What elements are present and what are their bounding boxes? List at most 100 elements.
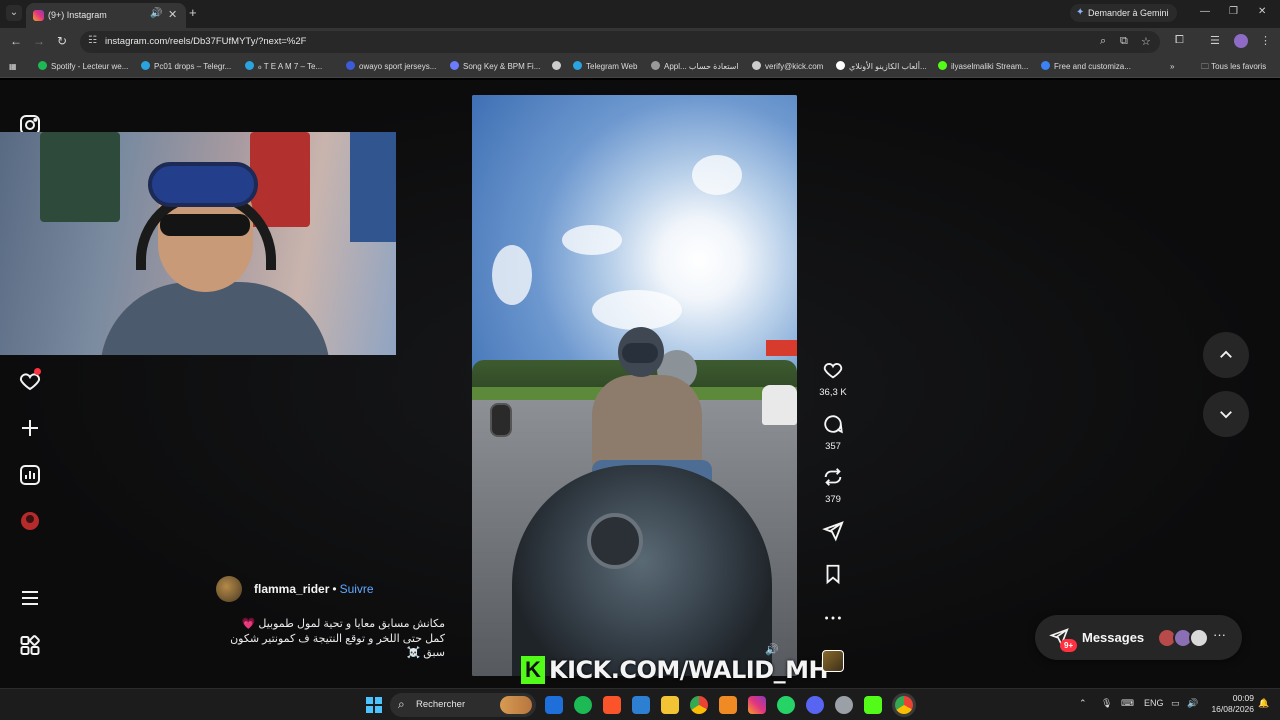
microphone-icon[interactable]: 🎙 <box>1101 698 1112 709</box>
reel-caption[interactable]: مكانش مسابق معايا و تحية لمول طموبيل 💗 ك… <box>216 617 445 661</box>
also-from-meta-icon[interactable] <box>18 634 42 658</box>
minimize-icon[interactable]: — <box>1200 6 1210 17</box>
kick-app-icon[interactable] <box>864 696 882 714</box>
bookmark-item[interactable]: ilyaselmaliki Stream... <box>938 61 1028 73</box>
globe-icon <box>1041 61 1050 70</box>
more-menu-icon[interactable]: ⋮ <box>1260 34 1271 47</box>
more-bookmarks-icon[interactable]: » <box>1170 61 1174 73</box>
profile-avatar[interactable] <box>1234 34 1248 48</box>
bookmark-item[interactable] <box>552 61 565 73</box>
more-menu-lines-icon[interactable] <box>18 586 42 610</box>
notification-bell-icon[interactable]: 🔔 <box>1258 698 1269 709</box>
bookmark-label: Free and customiza... <box>1054 62 1131 71</box>
bookmark-item[interactable]: Pc01 drops – Telegr... <box>141 61 231 73</box>
file-app-icon[interactable] <box>632 696 650 714</box>
explorer-folder-icon[interactable] <box>661 696 679 714</box>
spotify-app-icon[interactable] <box>574 696 592 714</box>
cast-icon[interactable]: ⧉ <box>1120 35 1128 48</box>
chrome-alt-app-icon[interactable] <box>835 696 853 714</box>
kick-icon <box>938 61 947 70</box>
bookmark-item[interactable]: ℴ T E A M 7 – Te... <box>245 61 322 73</box>
start-windows-icon[interactable] <box>366 697 382 713</box>
author-username[interactable]: flamma_rider <box>254 582 329 596</box>
comment-button[interactable]: 357 <box>818 413 848 452</box>
bookmark-item[interactable]: Telegram Web <box>573 61 637 73</box>
more-options-button[interactable] <box>818 607 848 634</box>
dashboard-chart-icon[interactable] <box>18 463 42 487</box>
bookmark-star-icon[interactable]: ☆ <box>1141 35 1151 48</box>
bookmark-item[interactable]: verify@kick.com <box>752 61 823 73</box>
media-control-icon[interactable]: ☰ <box>1210 34 1220 47</box>
extensions-icon[interactable]: ⧠ <box>1175 34 1184 47</box>
bookmark-item[interactable]: owayo sport jerseys... <box>346 61 436 73</box>
casino-icon <box>836 61 845 70</box>
audio-thumbnail[interactable] <box>822 650 844 672</box>
vlc-app-icon[interactable] <box>719 696 737 714</box>
follow-button[interactable]: Suivre <box>340 582 374 596</box>
profile-avatar-icon[interactable] <box>18 509 42 533</box>
keyboard-icon[interactable]: ⌨ <box>1121 698 1134 709</box>
clock-date: 16/08/2026 <box>1211 704 1254 714</box>
tray-chevron-up-icon[interactable]: ⌃ <box>1079 698 1087 709</box>
previous-reel-button[interactable] <box>1203 332 1249 378</box>
windows-taskbar: ⌕ Rechercher ⌃ 🎙 ⌨ ENG ▭ 🔊 00:09 16/08/2… <box>0 688 1280 720</box>
more-dots-icon[interactable]: ··· <box>1213 627 1226 642</box>
close-tab-icon[interactable]: ✕ <box>168 8 177 21</box>
whatsapp-app-icon[interactable] <box>777 696 795 714</box>
kick-watermark: K KICK.COM/WALID_MH <box>521 654 829 686</box>
tab-instagram[interactable]: (9+) Instagram 🔊 ✕ <box>26 3 186 28</box>
apps-grid-icon[interactable]: ▦ <box>9 61 17 73</box>
bookmark-item[interactable]: Free and customiza... <box>1041 61 1131 73</box>
create-plus-icon[interactable] <box>18 416 42 440</box>
songkey-icon <box>450 61 459 70</box>
messages-label: Messages <box>1082 630 1145 645</box>
notifications-heart-icon[interactable] <box>18 368 42 393</box>
bookmark-item[interactable]: ألعاب الكازينو الأونلاي... <box>836 61 927 73</box>
chrome-app-icon[interactable] <box>690 696 708 714</box>
close-window-icon[interactable]: ✕ <box>1258 6 1266 17</box>
folder-icon: 🗀 <box>1201 62 1212 71</box>
reel-video[interactable]: 🔊 <box>472 95 797 676</box>
next-reel-button[interactable] <box>1203 391 1249 437</box>
zoom-icon[interactable]: ⌕ <box>1100 35 1106 48</box>
site-info-icon[interactable]: ☷ <box>88 35 97 46</box>
caption-line: سبق ☠️ <box>406 647 445 659</box>
messages-button[interactable]: 9+ Messages ··· <box>1035 615 1242 660</box>
owayo-icon <box>346 61 355 70</box>
taskbar-search[interactable]: ⌕ Rechercher <box>390 693 536 717</box>
bookmark-label: Appl... استعادة حساب <box>664 62 739 71</box>
repost-button[interactable]: 379 <box>818 466 848 505</box>
globe-icon <box>552 61 561 70</box>
back-icon[interactable]: ← <box>10 34 22 48</box>
volume-tray-icon[interactable]: 🔊 <box>1187 698 1198 709</box>
tab-search-icon[interactable]: ⌄ <box>6 5 22 21</box>
save-button[interactable] <box>818 563 848 590</box>
new-tab-icon[interactable]: + <box>189 5 197 20</box>
brave-app-icon[interactable] <box>603 696 621 714</box>
like-button[interactable]: 36,3 K <box>818 359 848 398</box>
search-highlight-image <box>500 696 532 714</box>
reload-icon[interactable]: ↻ <box>57 34 67 48</box>
speaker-icon[interactable]: 🔊 <box>150 8 162 19</box>
forward-icon[interactable]: → <box>33 34 45 48</box>
author-avatar[interactable] <box>216 576 242 602</box>
messages-badge: 9+ <box>1060 639 1078 652</box>
gemini-button[interactable]: ✦ Demander à Gemini <box>1070 4 1177 22</box>
bookmark-item[interactable]: Appl... استعادة حساب <box>651 61 739 73</box>
bookmark-label: Telegram Web <box>586 62 638 71</box>
bookmark-icon <box>826 564 840 585</box>
restore-icon[interactable]: ❐ <box>1229 6 1238 17</box>
bookmark-item[interactable]: Song Key & BPM Fi... <box>450 61 540 73</box>
security-shield-icon[interactable] <box>545 696 563 714</box>
language-indicator[interactable]: ENG <box>1144 698 1164 708</box>
address-bar[interactable]: ☷ instagram.com/reels/Db37FUfMYTy/?next=… <box>80 31 1160 53</box>
all-bookmarks[interactable]: 🗀 Tous les favoris <box>1201 61 1266 73</box>
share-button[interactable] <box>818 520 848 547</box>
chrome-active-app-icon[interactable] <box>895 696 913 714</box>
bookmark-item[interactable]: Spotify - Lecteur we... <box>38 61 128 73</box>
instagram-app-icon[interactable] <box>748 696 766 714</box>
discord-app-icon[interactable] <box>806 696 824 714</box>
network-icon[interactable]: ▭ <box>1171 698 1180 709</box>
system-clock[interactable]: 00:09 16/08/2026 <box>1204 693 1254 715</box>
apple-icon <box>651 61 660 70</box>
